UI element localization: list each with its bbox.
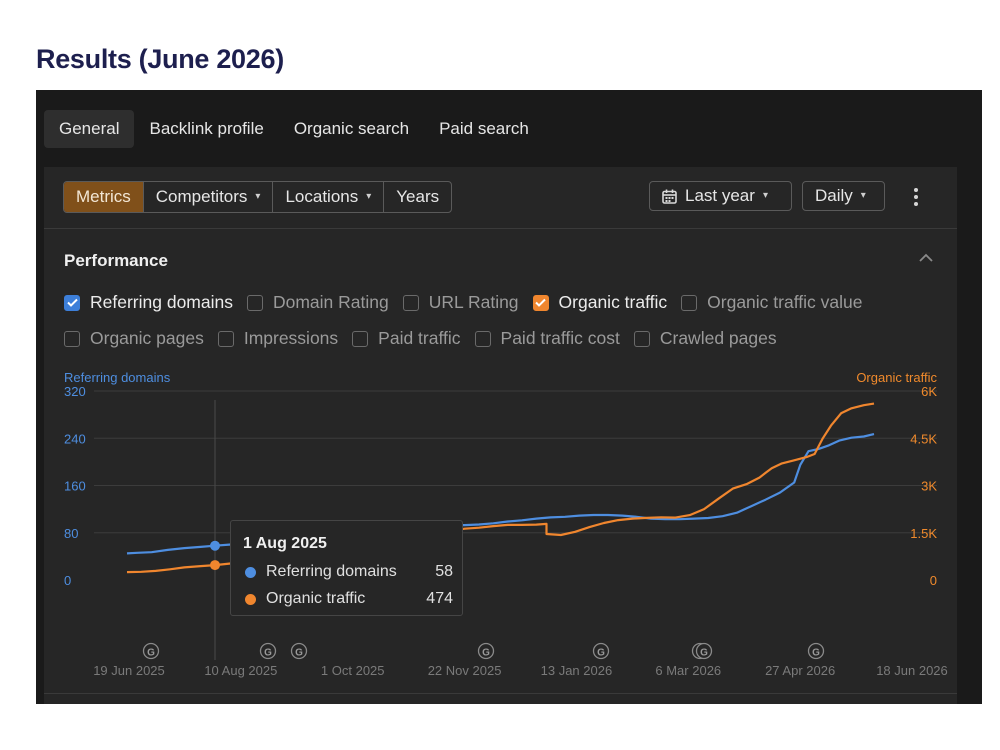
legend-dot-icon bbox=[245, 593, 256, 605]
tooltip-value: 58 bbox=[435, 563, 453, 580]
x-tick-label: 6 Mar 2026 bbox=[655, 663, 721, 678]
google-update-label: G bbox=[597, 648, 605, 659]
left-tick-label: 80 bbox=[64, 526, 78, 541]
google-update-label: G bbox=[700, 648, 708, 659]
hover-point bbox=[210, 540, 221, 551]
google-update-label: G bbox=[264, 648, 272, 659]
top-tabs: General Backlink profile Organic search … bbox=[44, 110, 544, 148]
right-tick-label: 4.5K bbox=[910, 431, 937, 446]
left-tick-label: 160 bbox=[64, 479, 86, 494]
google-update-label: G bbox=[147, 648, 155, 659]
legend-dot-icon bbox=[245, 566, 256, 578]
performance-chart[interactable]: 0 0 80 1.5K 160 3K 240 4.5K 320 6K 19 Jun 2025 10 A… bbox=[44, 167, 957, 704]
tab-backlink-profile[interactable]: Backlink profile bbox=[134, 110, 278, 148]
x-tick-label: 18 Jun 2026 bbox=[876, 663, 948, 678]
tooltip-date: 1 Aug 2025 bbox=[243, 535, 327, 552]
chart-tooltip: 1 Aug 2025 Referring domains 58 Organic … bbox=[230, 520, 463, 616]
tab-paid-search[interactable]: Paid search bbox=[424, 110, 544, 148]
x-tick-label: 10 Aug 2025 bbox=[204, 663, 277, 678]
site-explorer-panel: General Backlink profile Organic search … bbox=[36, 90, 982, 704]
hover-point bbox=[210, 560, 221, 571]
x-tick-label: 22 Nov 2025 bbox=[428, 663, 502, 678]
left-tick-label: 240 bbox=[64, 431, 86, 446]
x-tick-label: 19 Jun 2025 bbox=[93, 663, 165, 678]
tooltip-label: Referring domains bbox=[266, 563, 397, 580]
tooltip-value: 474 bbox=[426, 590, 453, 607]
google-update-label: G bbox=[812, 648, 820, 659]
divider bbox=[44, 693, 957, 694]
right-tick-label: 1.5K bbox=[910, 526, 937, 541]
x-tick-label: 13 Jan 2026 bbox=[541, 663, 613, 678]
tab-general[interactable]: General bbox=[44, 110, 135, 148]
google-update-label: G bbox=[482, 648, 490, 659]
x-tick-label: 27 Apr 2026 bbox=[765, 663, 835, 678]
right-tick-label: 6K bbox=[921, 384, 937, 399]
page-title: Results (June 2026) bbox=[36, 44, 284, 74]
right-tick-label: 0 bbox=[930, 573, 937, 588]
google-update-label: G bbox=[295, 648, 303, 659]
right-tick-label: 3K bbox=[921, 479, 937, 494]
left-tick-label: 0 bbox=[64, 573, 71, 588]
left-tick-label: 320 bbox=[64, 384, 86, 399]
performance-panel: Metrics Competitors ▾ Locations ▾ Years La… bbox=[44, 167, 957, 704]
tooltip-row-referring-domains: Referring domains 58 bbox=[245, 563, 453, 581]
x-tick-label: 1 Oct 2025 bbox=[321, 663, 385, 678]
tab-organic-search[interactable]: Organic search bbox=[279, 110, 424, 148]
tooltip-row-organic-traffic: Organic traffic 474 bbox=[245, 590, 453, 608]
tooltip-label: Organic traffic bbox=[266, 590, 366, 607]
